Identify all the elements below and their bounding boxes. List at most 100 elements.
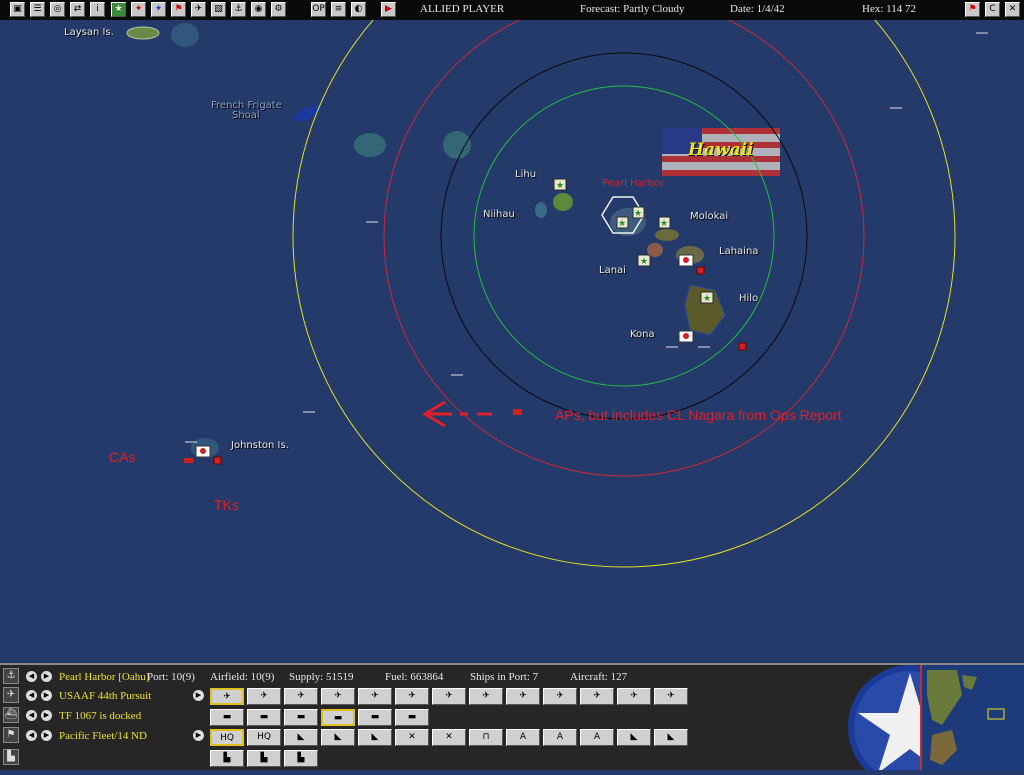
- flag-button[interactable]: ⚑: [965, 2, 980, 17]
- airgroup2-button[interactable]: ✦: [151, 2, 166, 17]
- unit-symbols[interactable]: [185, 32, 988, 443]
- info-button[interactable]: i: [90, 2, 105, 17]
- aircraft-button-6[interactable]: ✈: [395, 688, 429, 705]
- air-play-button[interactable]: ▶: [193, 690, 204, 701]
- menu-button[interactable]: ≡: [331, 2, 346, 17]
- prev-hq-button[interactable]: ◀: [26, 730, 37, 741]
- next-base-button[interactable]: ▶: [41, 671, 52, 682]
- aircraft-button-10[interactable]: ✈: [543, 688, 577, 705]
- plane-icon[interactable]: ✈: [3, 687, 19, 703]
- svg-text:★: ★: [703, 294, 711, 304]
- ground-button-12[interactable]: ◣: [617, 729, 651, 746]
- aircraft-button-11[interactable]: ✈: [580, 688, 614, 705]
- settings-button[interactable]: ⚙: [271, 2, 286, 17]
- ship-button-2[interactable]: ▬: [247, 709, 281, 726]
- label-kona: Kona: [630, 329, 655, 340]
- minimap[interactable]: [920, 665, 1024, 770]
- svg-text:★: ★: [634, 209, 642, 219]
- grid-button[interactable]: ▧: [211, 2, 226, 17]
- annotation-aps: APs, but includes CL Nagara from Ops Rep…: [555, 407, 842, 423]
- misc-button-3[interactable]: ▙: [284, 750, 318, 767]
- misc-button-1[interactable]: ▙: [210, 750, 244, 767]
- aircraft-button-12[interactable]: ✈: [617, 688, 651, 705]
- ship-button-6[interactable]: ▬: [395, 709, 429, 726]
- red-ship-markers[interactable]: [184, 409, 522, 463]
- factory-icon[interactable]: ▙: [3, 749, 19, 765]
- ground-button-11[interactable]: A: [580, 729, 614, 746]
- prev-air-button[interactable]: ◀: [26, 690, 37, 701]
- aircraft-button-4[interactable]: ✈: [321, 688, 355, 705]
- hex-label: Hex: 114 72: [862, 3, 916, 15]
- ground-button-8[interactable]: ⊓: [469, 729, 503, 746]
- ground-button-13[interactable]: ◣: [654, 729, 688, 746]
- label-french-frigate-2: Shoal: [232, 110, 260, 121]
- op-button[interactable]: OP: [311, 2, 326, 17]
- prev-base-button[interactable]: ◀: [26, 671, 37, 682]
- ground-button-9[interactable]: A: [506, 729, 540, 746]
- aircraft-button-9[interactable]: ✈: [506, 688, 540, 705]
- aircraft-button-2[interactable]: ✈: [247, 688, 281, 705]
- port-button[interactable]: ⚓: [231, 2, 246, 17]
- close-button[interactable]: ✕: [1005, 2, 1020, 17]
- c-button[interactable]: C: [985, 2, 1000, 17]
- top-toolbar: ▣ ☰ ◎ ⇄ i ★ ✦ ✦ ⚑ ✈ ▧ ⚓ ◉ ⚙ OP ≡ ◐ ▶ ALLIED PLAYER Foreca…: [0, 0, 1024, 21]
- map-graphics: ★ ★ ★ ★ ★ ★: [126, 20, 988, 568]
- star-button[interactable]: ★: [111, 2, 126, 17]
- flag-button-left[interactable]: ⚑: [171, 2, 186, 17]
- svg-text:★: ★: [556, 181, 564, 191]
- ground-button-3[interactable]: ◣: [284, 729, 318, 746]
- airfield-info: Airfield: 10(9): [210, 671, 275, 683]
- ground-button-10[interactable]: A: [543, 729, 577, 746]
- base-row: ⚓ ◀ ▶ Pearl Harbor [Oahu] Port: 10(9) Ai…: [0, 668, 840, 686]
- air-unit-name[interactable]: USAAF 44th Pursuit: [59, 690, 151, 702]
- ship-button-4[interactable]: ▬: [321, 709, 355, 726]
- anchor-icon[interactable]: ⚓: [3, 668, 19, 684]
- display-button[interactable]: ▣: [10, 2, 25, 17]
- enemy-unit-markers[interactable]: [213, 266, 747, 465]
- aircraft-button-8[interactable]: ✈: [469, 688, 503, 705]
- ground-button-2[interactable]: HQ: [247, 729, 281, 746]
- aircraft-button-1[interactable]: ✈: [210, 688, 244, 705]
- hq-name[interactable]: Pacific Fleet/14 ND: [59, 730, 147, 742]
- supply-info: Supply: 51519: [289, 671, 354, 683]
- prev-tf-button[interactable]: ◀: [26, 710, 37, 721]
- hq-play-button[interactable]: ▶: [193, 730, 204, 741]
- ship-button-5[interactable]: ▬: [358, 709, 392, 726]
- factory-row: ▙: [0, 749, 840, 767]
- ship-button-1[interactable]: ▬: [210, 709, 244, 726]
- unit-info-panel: ⚓ ◀ ▶ Pearl Harbor [Oahu] Port: 10(9) Ai…: [0, 663, 1024, 770]
- airgroup-button[interactable]: ✦: [131, 2, 146, 17]
- ground-button-1[interactable]: HQ: [210, 729, 244, 746]
- ground-button-6[interactable]: ✕: [395, 729, 429, 746]
- task-force-name[interactable]: TF 1067 is docked: [59, 710, 141, 722]
- aircraft-button-13[interactable]: ✈: [654, 688, 688, 705]
- aircraft-button-3[interactable]: ✈: [284, 688, 318, 705]
- list-button[interactable]: ☰: [30, 2, 45, 17]
- strategic-map[interactable]: ★ ★ ★ ★ ★ ★ Laysan Is. French Frigate Sh…: [0, 20, 1024, 663]
- filter-button[interactable]: ◐: [351, 2, 366, 17]
- label-lahaina: Lahaina: [719, 246, 759, 257]
- label-lanai: Lanai: [599, 265, 626, 276]
- misc-button-2[interactable]: ▙: [247, 750, 281, 767]
- target-button[interactable]: ◎: [50, 2, 65, 17]
- next-tf-button[interactable]: ▶: [41, 710, 52, 721]
- flag-icon[interactable]: ⚑: [3, 727, 19, 743]
- air-button[interactable]: ✈: [191, 2, 206, 17]
- next-hq-button[interactable]: ▶: [41, 730, 52, 741]
- ground-button-5[interactable]: ◣: [358, 729, 392, 746]
- swap-button[interactable]: ⇄: [70, 2, 85, 17]
- allied-emblem: [840, 665, 920, 770]
- ground-button-4[interactable]: ◣: [321, 729, 355, 746]
- aircraft-button-7[interactable]: ✈: [432, 688, 466, 705]
- ship-icon[interactable]: ⛴: [3, 707, 19, 723]
- base-name[interactable]: Pearl Harbor [Oahu]: [59, 671, 149, 683]
- turn-button[interactable]: ▶: [381, 2, 396, 17]
- ground-button-7[interactable]: ✕: [432, 729, 466, 746]
- next-air-button[interactable]: ▶: [41, 690, 52, 701]
- date-label: Date: 1/4/42: [730, 3, 785, 15]
- ship-button-3[interactable]: ▬: [284, 709, 318, 726]
- globe-button[interactable]: ◉: [251, 2, 266, 17]
- range-ring-black: [440, 52, 808, 420]
- aircraft-button-5[interactable]: ✈: [358, 688, 392, 705]
- annotation-tks: TKs: [214, 497, 239, 513]
